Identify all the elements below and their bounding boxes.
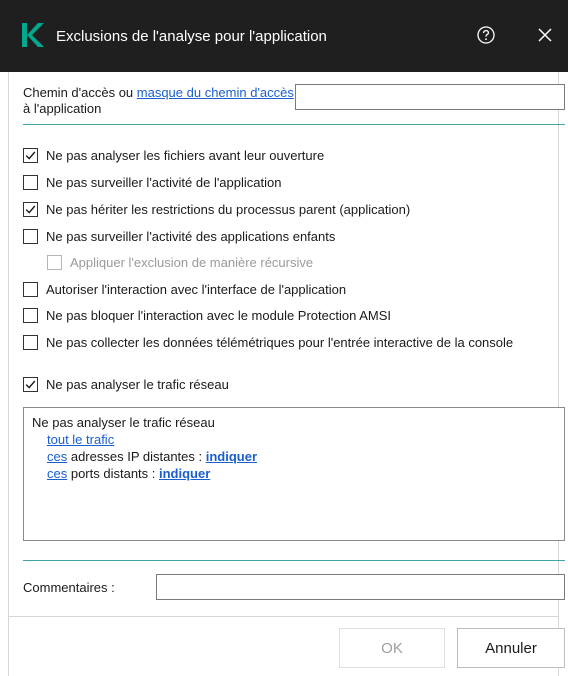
checkbox[interactable]	[23, 335, 38, 350]
option-row[interactable]: Ne pas analyser le trafic réseau	[23, 376, 565, 393]
all-traffic-link[interactable]: tout le trafic	[47, 432, 114, 447]
checkbox[interactable]	[23, 175, 38, 190]
checkmark-icon	[25, 151, 36, 160]
option-label: Ne pas surveiller l'activité des applica…	[46, 229, 336, 244]
option-label: Ne pas analyser le trafic réseau	[46, 377, 229, 392]
remote-ports-text: ports distants :	[67, 466, 159, 481]
option-row: Appliquer l'exclusion de manière récursi…	[47, 254, 565, 271]
option-label: Autoriser l'interaction avec l'interface…	[46, 282, 347, 297]
comments-label: Commentaires :	[23, 580, 115, 595]
comments-input[interactable]	[156, 574, 565, 600]
remote-ip-specify-link[interactable]: indiquer	[206, 449, 257, 464]
checkmark-icon	[25, 380, 36, 389]
remote-ports-link[interactable]: ces	[47, 466, 67, 481]
cancel-button[interactable]: Annuler	[457, 628, 565, 668]
remote-ip-link[interactable]: ces	[47, 449, 67, 464]
checkbox-checked[interactable]	[23, 377, 38, 392]
option-label: Appliquer l'exclusion de manière récursi…	[70, 255, 314, 270]
option-row[interactable]: Ne pas surveiller l'activité de l'applic…	[23, 174, 565, 191]
option-row[interactable]: Ne pas collecter les données télémétriqu…	[23, 334, 565, 351]
option-label: Ne pas bloquer l'interaction avec le mod…	[46, 308, 392, 323]
checkbox[interactable]	[23, 229, 38, 244]
remote-ports-specify-link[interactable]: indiquer	[159, 466, 210, 481]
path-input[interactable]	[295, 84, 565, 110]
window-title: Exclusions de l'analyse pour l'applicati…	[56, 28, 327, 45]
checkmark-icon	[25, 205, 36, 214]
checkbox	[47, 255, 62, 270]
path-label-suffix: à l'application	[23, 101, 102, 116]
option-row[interactable]: Ne pas surveiller l'activité des applica…	[23, 228, 565, 245]
traffic-heading: Ne pas analyser le trafic réseau	[32, 415, 215, 430]
path-label-prefix: Chemin d'accès ou	[23, 85, 137, 100]
option-row[interactable]: Autoriser l'interaction avec l'interface…	[23, 281, 565, 298]
remote-ip-text: adresses IP distantes :	[67, 449, 206, 464]
path-label: Chemin d'accès ou masque du chemin d'acc…	[23, 85, 295, 117]
traffic-details-box: Ne pas analyser le trafic réseau tout le…	[23, 407, 565, 541]
option-row[interactable]: Ne pas bloquer l'interaction avec le mod…	[23, 307, 565, 324]
option-label: Ne pas analyser les fichiers avant leur …	[46, 148, 325, 163]
section-divider-top	[23, 124, 565, 125]
section-divider-bottom	[23, 560, 565, 561]
close-icon[interactable]	[536, 26, 554, 44]
kaspersky-logo-icon	[22, 23, 44, 47]
help-icon[interactable]	[476, 25, 496, 45]
checkbox-checked[interactable]	[23, 148, 38, 163]
option-row[interactable]: Ne pas hériter les restrictions du proce…	[23, 201, 565, 218]
option-row[interactable]: Ne pas analyser les fichiers avant leur …	[23, 147, 565, 164]
checkbox[interactable]	[23, 308, 38, 323]
option-label: Ne pas surveiller l'activité de l'applic…	[46, 175, 282, 190]
checkbox-checked[interactable]	[23, 202, 38, 217]
ok-button[interactable]: OK	[339, 628, 445, 668]
checkbox[interactable]	[23, 282, 38, 297]
option-label: Ne pas collecter les données télémétriqu…	[46, 335, 514, 350]
title-bar: Exclusions de l'analyse pour l'applicati…	[0, 0, 568, 72]
option-label: Ne pas hériter les restrictions du proce…	[46, 202, 411, 217]
footer-divider	[8, 616, 559, 617]
path-mask-link[interactable]: masque du chemin d'accès	[137, 85, 294, 100]
